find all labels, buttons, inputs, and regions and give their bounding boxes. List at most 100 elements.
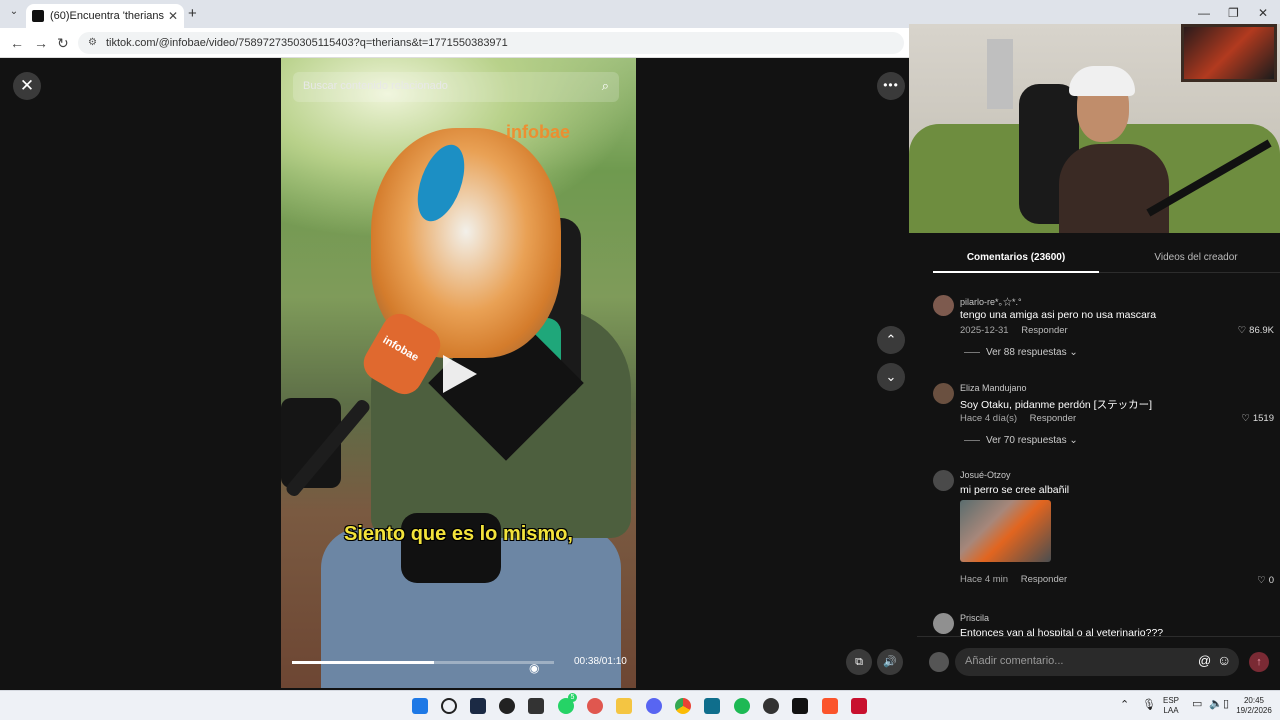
forward-arrow-icon[interactable]: → <box>34 35 48 51</box>
video-timecode: 00:38/01:10 <box>574 656 627 667</box>
comment-item: pilarlo-re*｡☆*.° tengo una amiga asi per… <box>933 295 1280 365</box>
tab-comments[interactable]: Comentarios (23600) <box>933 233 1099 273</box>
tab-creator-videos[interactable]: Videos del creador <box>1113 233 1279 273</box>
tray-chevron-icon[interactable]: ⌃ <box>1120 700 1129 711</box>
divider <box>964 351 980 353</box>
comment-username[interactable]: pilarlo-re*｡☆*.° <box>960 295 1022 308</box>
comment-composer: Añadir comentario... @ ☺ ↑ <box>917 636 1280 690</box>
view-replies-button[interactable]: Ver 70 respuestas ⌄ <box>964 435 1078 446</box>
folder-icon[interactable] <box>616 698 632 714</box>
divider <box>964 439 980 441</box>
tab-close-icon[interactable]: ✕ <box>168 9 178 23</box>
windows-taskbar: 5 ⌃ 🎙 ESP LAA ▭ 🔈 ▯ 20:45 19/2/2026 <box>0 690 1280 720</box>
send-comment-button[interactable]: ↑ <box>1249 652 1269 672</box>
app-icon[interactable] <box>528 698 544 714</box>
reply-button[interactable]: Responder <box>1021 574 1067 585</box>
infobae-watermark: infobae <box>506 122 571 142</box>
reply-button[interactable]: Responder <box>1030 413 1076 424</box>
battery-icon[interactable]: ▯ <box>1223 699 1229 710</box>
close-video-button[interactable]: ✕ <box>13 72 41 100</box>
like-count: 86.9K <box>1249 325 1274 336</box>
like-button[interactable]: ♡ 86.9K <box>1238 325 1274 336</box>
tab-search-icon[interactable]: ⌄ <box>6 6 22 22</box>
related-search-input[interactable]: Buscar contenido relacionado ⌕ <box>293 72 619 102</box>
comment-username[interactable]: Priscila <box>960 613 989 623</box>
previous-video-button[interactable]: ⌃ <box>877 326 905 354</box>
emoji-icon[interactable]: ☺ <box>1217 652 1231 668</box>
heart-icon: ♡ <box>1257 575 1266 586</box>
search-icon[interactable] <box>441 698 457 714</box>
store-icon[interactable] <box>704 698 720 714</box>
comment-item: Josué-Otzoy mi perro se cree albañil Hac… <box>933 470 1280 590</box>
mcafee-icon[interactable] <box>851 698 867 714</box>
comments-panel: Comentarios (23600) Videos del creador p… <box>917 233 1280 690</box>
comment-text: tengo una amiga asi pero no usa mascara <box>960 309 1157 321</box>
brave-icon[interactable] <box>822 698 838 714</box>
heart-icon: ♡ <box>1237 325 1247 336</box>
address-bar[interactable]: ⚙ tiktok.com/@infobae/video/758972735030… <box>78 32 904 54</box>
tiktok-icon[interactable] <box>792 698 808 714</box>
reply-button[interactable]: Responder <box>1021 325 1067 336</box>
chatgpt-icon[interactable] <box>499 698 515 714</box>
comment-text: mi perro se cree albañil <box>960 484 1070 496</box>
heart-icon: ♡ <box>1241 413 1250 424</box>
view-replies-label: Ver 70 respuestas ⌄ <box>986 435 1078 446</box>
view-replies-button[interactable]: Ver 88 respuestas ⌄ <box>964 347 1078 358</box>
comment-username[interactable]: Josué-Otzoy <box>960 470 1011 480</box>
whatsapp-badge: 5 <box>568 693 577 702</box>
network-icon[interactable]: ▭ <box>1192 699 1202 710</box>
minimize-button[interactable]: — <box>1198 6 1210 20</box>
next-video-button[interactable]: ⌄ <box>877 363 905 391</box>
more-options-button[interactable]: ••• <box>877 72 905 100</box>
like-button[interactable]: ♡ 1519 <box>1241 413 1274 424</box>
window-close-button[interactable]: ✕ <box>1258 6 1268 20</box>
floating-player-button[interactable]: ⧉ <box>846 649 872 675</box>
comment-item: Eliza Mandujano Soy Otaku, pidanme perdó… <box>933 383 1280 453</box>
url-text: tiktok.com/@infobae/video/75897273503051… <box>106 37 508 49</box>
microphone-icon[interactable]: 🎙 <box>1142 700 1156 711</box>
cube-app-icon[interactable] <box>470 698 486 714</box>
avatar[interactable] <box>933 613 954 634</box>
comments-tabs: Comentarios (23600) Videos del creador <box>933 233 1280 273</box>
screen: ⌄ (60)Encuentra 'therians' en TikT ✕ + —… <box>0 0 1280 720</box>
comment-item: Priscila Entonces van al hospital o al v… <box>933 613 1280 637</box>
play-icon[interactable] <box>443 355 477 393</box>
mention-icon[interactable]: @ <box>1198 653 1211 668</box>
tab-title: (60)Encuentra 'therians' en TikT <box>50 10 164 22</box>
browser-tab-active[interactable]: (60)Encuentra 'therians' en TikT ✕ <box>26 4 184 28</box>
avatar[interactable] <box>929 652 949 672</box>
maximize-button[interactable]: ❐ <box>1228 6 1239 20</box>
like-button[interactable]: ♡ 0 <box>1257 575 1274 586</box>
like-count: 0 <box>1268 575 1274 586</box>
search-icon[interactable]: ⌕ <box>602 78 609 94</box>
volume-button[interactable]: 🔊 <box>877 649 903 675</box>
video-progress-fill <box>292 661 435 664</box>
site-info-icon[interactable]: ⚙ <box>88 37 97 48</box>
comment-username[interactable]: Eliza Mandujano <box>960 383 1027 393</box>
related-search-placeholder: Buscar contenido relacionado <box>303 80 448 92</box>
clock-date: 19/2/2026 <box>1236 706 1272 715</box>
comment-date: Hace 4 día(s) <box>960 413 1018 424</box>
video-player[interactable]: infobae Buscar contenido relacionado ⌕ i… <box>281 58 636 688</box>
video-progress-bar[interactable] <box>292 661 554 664</box>
clock[interactable]: 20:45 19/2/2026 <box>1232 696 1276 716</box>
avatar[interactable] <box>933 383 954 404</box>
spotify-icon[interactable] <box>734 698 750 714</box>
input-language[interactable]: ESP LAA <box>1163 696 1179 716</box>
speaker-icon[interactable]: 🔈 <box>1209 699 1223 710</box>
windows-start-icon[interactable] <box>412 698 428 714</box>
back-arrow-icon[interactable]: ← <box>10 35 24 51</box>
avatar[interactable] <box>933 295 954 316</box>
whatsapp-icon[interactable]: 5 <box>558 693 577 714</box>
avatar[interactable] <box>933 470 954 491</box>
new-tab-button[interactable]: + <box>188 5 197 22</box>
add-comment-input[interactable]: Añadir comentario... <box>955 648 1239 676</box>
tiktok-favicon-icon <box>32 10 44 22</box>
discord-icon[interactable] <box>646 698 662 714</box>
steam-icon[interactable] <box>763 698 779 714</box>
chrome-icon[interactable] <box>675 698 691 714</box>
todo-icon[interactable] <box>587 698 603 714</box>
comment-sticker-image[interactable] <box>960 500 1051 562</box>
reload-icon[interactable]: ↻ <box>57 35 69 52</box>
webcam-painting <box>1181 24 1277 82</box>
